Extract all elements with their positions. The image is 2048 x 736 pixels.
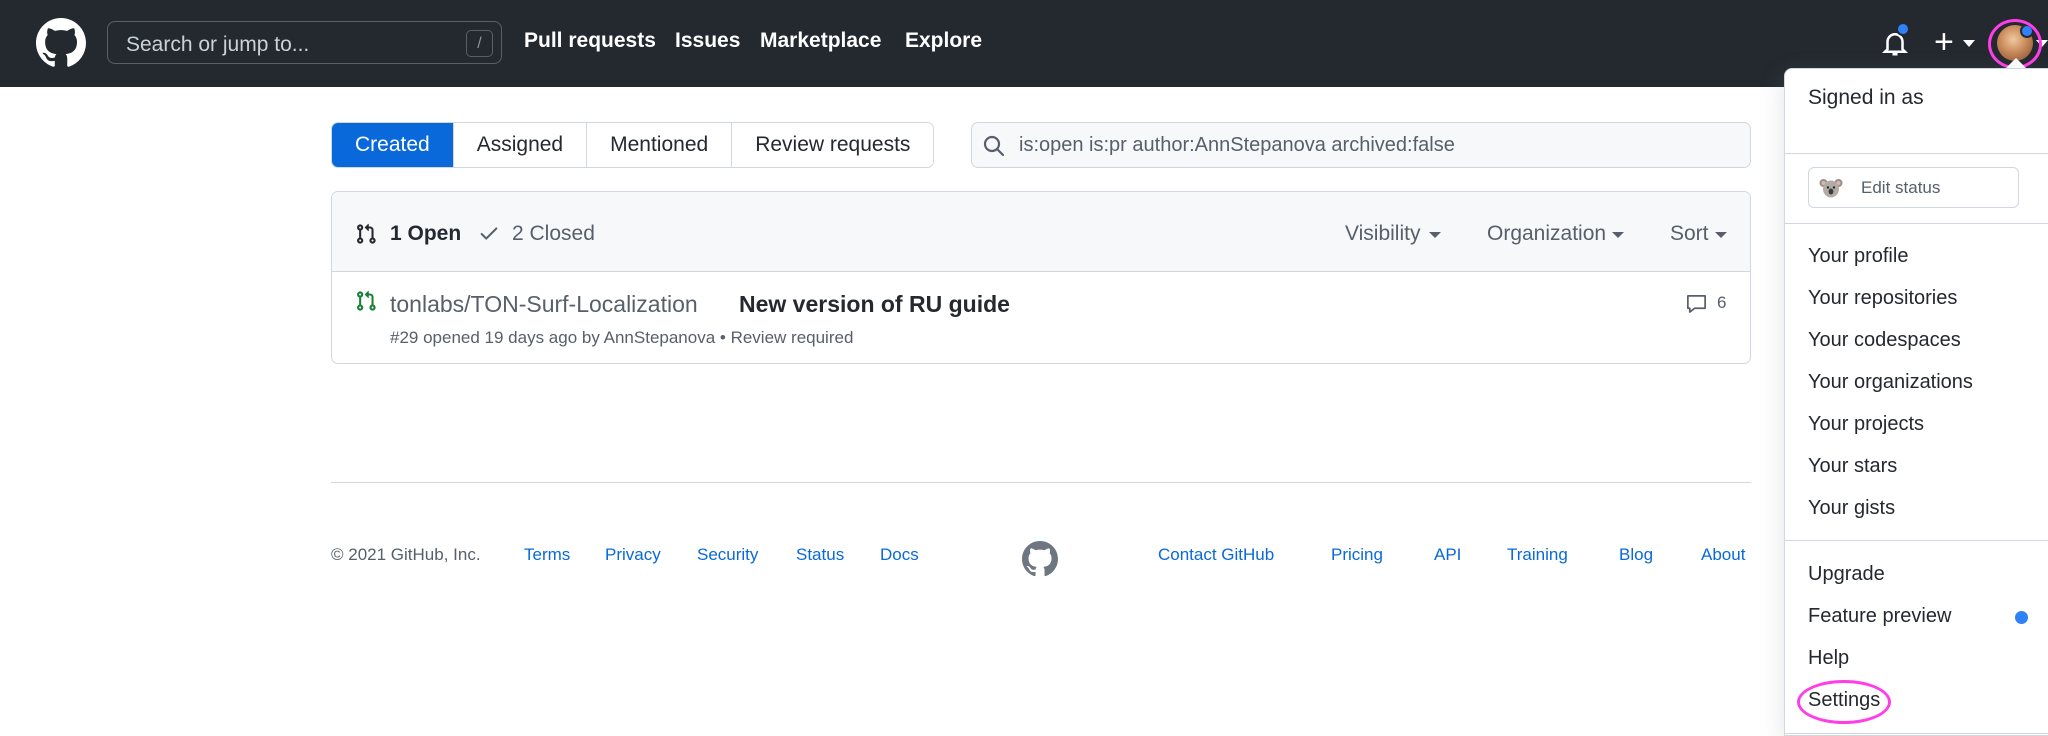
comment-icon[interactable] (1685, 292, 1708, 315)
nav-issues[interactable]: Issues (675, 29, 740, 53)
status-emoji-icon (1819, 179, 1843, 198)
menu-your-codespaces[interactable]: Your codespaces (1808, 329, 1961, 352)
nav-explore[interactable]: Explore (905, 29, 982, 53)
footer-link-docs[interactable]: Docs (880, 545, 919, 565)
organization-dropdown[interactable]: Organization (1487, 222, 1606, 246)
footer-link-contact[interactable]: Contact GitHub (1158, 545, 1274, 565)
menu-feature-preview[interactable]: Feature preview (1808, 605, 1951, 628)
footer-link-security[interactable]: Security (697, 545, 758, 565)
search-placeholder: Search or jump to... (126, 33, 310, 56)
visibility-caret-icon (1429, 232, 1441, 238)
footer-link-pricing[interactable]: Pricing (1331, 545, 1383, 565)
check-icon (480, 227, 498, 240)
nav-pull-requests[interactable]: Pull requests (524, 29, 656, 53)
menu-your-organizations[interactable]: Your organizations (1808, 371, 1973, 394)
footer-divider (331, 482, 1751, 483)
pr-meta: #29 opened 19 days ago by AnnStepanova •… (390, 328, 854, 347)
menu-divider (1785, 153, 2048, 154)
pr-search-input[interactable]: is:open is:pr author:AnnStepanova archiv… (971, 122, 1751, 168)
tab-assigned[interactable]: Assigned (452, 123, 587, 167)
sort-dropdown[interactable]: Sort (1670, 222, 1709, 246)
github-footer-logo-icon[interactable] (1022, 541, 1058, 577)
menu-divider (1785, 223, 2048, 224)
menu-upgrade[interactable]: Upgrade (1808, 563, 1885, 586)
sort-caret-icon (1715, 232, 1727, 238)
user-dropdown-menu: Signed in as Edit status Your profile Yo… (1784, 68, 2048, 736)
footer-link-api[interactable]: API (1434, 545, 1461, 565)
list-header: 1 Open 2 Closed Visibility Organization … (332, 192, 1750, 272)
notification-indicator (1896, 22, 1910, 36)
comment-count[interactable]: 6 (1717, 293, 1726, 313)
menu-your-gists[interactable]: Your gists (1808, 497, 1895, 520)
edit-status-button[interactable]: Edit status (1808, 167, 2019, 208)
tab-created[interactable]: Created (332, 123, 453, 167)
footer-link-training[interactable]: Training (1507, 545, 1568, 565)
menu-your-stars[interactable]: Your stars (1808, 455, 1897, 478)
menu-pointer (2006, 58, 2026, 68)
organization-caret-icon (1612, 232, 1624, 238)
open-pull-request-icon (357, 290, 376, 311)
footer-copyright: © 2021 GitHub, Inc. (331, 545, 481, 564)
pull-request-icon (357, 223, 376, 244)
settings-highlight-ring (1797, 680, 1891, 724)
global-search-input[interactable]: Search or jump to... / (107, 21, 502, 64)
visibility-dropdown[interactable]: Visibility (1345, 222, 1420, 246)
github-logo-icon[interactable] (36, 18, 86, 68)
pr-repo-link[interactable]: tonlabs/TON-Surf-Localization (390, 291, 698, 318)
footer-link-privacy[interactable]: Privacy (605, 545, 661, 565)
search-query-text: is:open is:pr author:AnnStepanova archiv… (1019, 134, 1455, 156)
menu-help[interactable]: Help (1808, 647, 1849, 670)
search-icon (983, 135, 1005, 157)
pr-title-link[interactable]: New version of RU guide (739, 291, 1010, 318)
edit-status-label: Edit status (1861, 178, 1941, 197)
footer-link-blog[interactable]: Blog (1619, 545, 1653, 565)
menu-divider (1785, 733, 2048, 734)
create-new-plus-icon[interactable]: + (1934, 24, 1954, 60)
search-shortcut-key: / (466, 30, 493, 57)
menu-your-profile[interactable]: Your profile (1808, 245, 1908, 268)
open-count-link[interactable]: 1 Open (390, 222, 461, 246)
nav-marketplace[interactable]: Marketplace (760, 29, 881, 53)
footer-link-about[interactable]: About (1701, 545, 1745, 565)
feature-preview-dot (2015, 611, 2028, 624)
create-caret-icon[interactable] (1963, 40, 1975, 47)
signed-in-label: Signed in as (1808, 86, 1924, 109)
tab-review-requests[interactable]: Review requests (731, 123, 934, 167)
tab-mentioned[interactable]: Mentioned (586, 123, 732, 167)
menu-your-repositories[interactable]: Your repositories (1808, 287, 1957, 310)
footer-link-terms[interactable]: Terms (524, 545, 570, 565)
pull-request-list: 1 Open 2 Closed Visibility Organization … (331, 191, 1751, 364)
menu-your-projects[interactable]: Your projects (1808, 413, 1924, 436)
footer-link-status[interactable]: Status (796, 545, 844, 565)
top-header: Search or jump to... / Pull requests Iss… (0, 0, 2048, 87)
menu-divider (1785, 540, 2048, 541)
closed-count-link[interactable]: 2 Closed (512, 222, 595, 246)
pr-filter-tabs: Created Assigned Mentioned Review reques… (331, 122, 935, 168)
